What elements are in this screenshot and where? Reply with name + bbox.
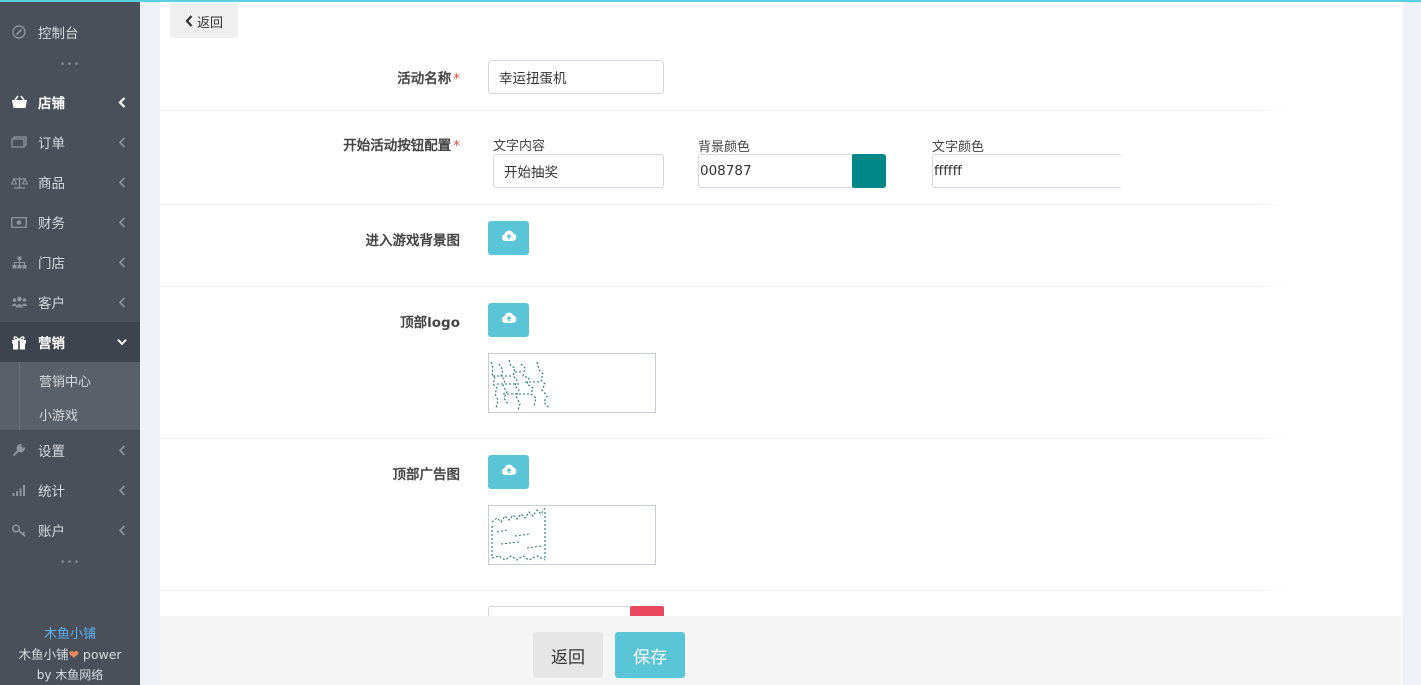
sidebar-divider-dots: •••: [59, 557, 81, 568]
button-config-label-text: 开始活动按钮配置: [343, 138, 452, 154]
sidebar-item-label: 财务: [38, 216, 65, 232]
sidebar-item-label: 设置: [38, 444, 65, 460]
chevron-left-icon: [117, 136, 127, 148]
save-button[interactable]: 保存: [615, 632, 685, 678]
sidebar-item-label: 订单: [38, 136, 65, 152]
bg-color-label: 背景颜色: [698, 140, 751, 155]
sidebar-item-label: 控制台: [38, 26, 79, 42]
row-divider: [160, 438, 1403, 439]
bg-color-swatch[interactable]: [852, 154, 886, 188]
scale-icon: [10, 173, 28, 191]
submenu-item-mini-games[interactable]: 小游戏: [39, 405, 78, 424]
activity-name-label-text: 活动名称: [397, 71, 452, 87]
sidebar-item-statistics[interactable]: 统计: [0, 470, 140, 510]
text-color-input[interactable]: ffffff: [932, 154, 1122, 188]
row-divider: [160, 204, 1403, 205]
top-logo-label: 顶部logo: [400, 315, 460, 331]
main-form-panel: 返回 活动名称 * 幸运扭蛋机 开始活动按钮配置 * 文字内容 开始抽奖 背景颜色 …: [160, 2, 1403, 616]
button-config-label: 开始活动按钮配置 *: [160, 134, 460, 154]
required-mark: *: [453, 138, 460, 154]
chevron-left-icon: [117, 256, 127, 268]
footer-back-button[interactable]: 返回: [533, 632, 603, 678]
key-icon: [10, 521, 28, 539]
top-logo-preview-image: [488, 353, 656, 413]
game-bg-label: 进入游戏背景图: [365, 233, 461, 249]
chevron-left-icon: [185, 15, 193, 27]
top-accent-line: [0, 0, 1421, 2]
sidebar-item-label: 店铺: [38, 96, 65, 112]
sidebar: 控制台 ••• 店铺 订单 商品 财务 门店 客户 营销 营销中心 小游戏 设置…: [0, 0, 140, 685]
back-button-label: 返回: [196, 15, 223, 31]
sidebar-item-label: 客户: [38, 296, 65, 312]
brand-by-line: by 木鱼网络: [36, 668, 104, 682]
fade-overlay: [1250, 2, 1403, 616]
sidebar-item-label: 商品: [38, 176, 65, 192]
row-divider: [160, 286, 1403, 287]
brand-footer: 木鱼小铺 木鱼小铺❤ power by 木鱼网络: [0, 625, 140, 685]
brand-power-text: power: [82, 647, 122, 662]
cloud-upload-icon: [501, 312, 517, 328]
signal-bars-icon: [10, 481, 28, 499]
game-bg-upload-button[interactable]: [488, 221, 529, 255]
brand-power-name: 木鱼小铺: [18, 647, 69, 662]
sidebar-item-customers[interactable]: 客户: [0, 282, 140, 322]
money-icon: [10, 213, 28, 231]
sidebar-item-settings[interactable]: 设置: [0, 430, 140, 470]
chevron-down-icon: [117, 337, 127, 347]
sidebar-item-finance[interactable]: 财务: [0, 202, 140, 242]
top-ad-preview-image: [488, 505, 656, 565]
users-icon: [10, 293, 28, 311]
order-icon: [10, 133, 28, 151]
sidebar-item-label: 营销: [38, 336, 65, 352]
submenu-item-marketing-center[interactable]: 营销中心: [39, 371, 91, 390]
chevron-left-icon: [117, 524, 127, 536]
top-ad-upload-button[interactable]: [488, 455, 529, 489]
brand-power-line: 木鱼小铺❤ power: [0, 645, 140, 665]
sidebar-item-label: 门店: [38, 256, 65, 272]
wrench-icon: [10, 441, 28, 459]
row-divider: [160, 590, 1403, 591]
sidebar-item-dashboard[interactable]: 控制台: [0, 12, 140, 52]
sidebar-item-orders[interactable]: 订单: [0, 122, 140, 162]
text-content-input[interactable]: 开始抽奖: [493, 154, 664, 188]
cloud-upload-icon: [501, 230, 517, 246]
chevron-left-icon: [117, 444, 127, 456]
sidebar-divider-dots: •••: [59, 59, 81, 70]
scrollbar-track[interactable]: [1403, 2, 1421, 685]
row-divider: [160, 110, 1403, 111]
back-button[interactable]: 返回: [170, 4, 238, 38]
sidebar-item-label: 账户: [38, 524, 65, 540]
required-mark: *: [453, 71, 460, 87]
chevron-left-icon: [117, 176, 127, 188]
sitemap-icon: [10, 253, 28, 271]
top-ad-label: 顶部广告图: [392, 467, 461, 483]
text-color-label: 文字颜色: [932, 140, 985, 155]
sidebar-item-account[interactable]: 账户: [0, 510, 140, 550]
marketing-submenu: 营销中心 小游戏: [0, 362, 140, 430]
activity-name-label: 活动名称 *: [160, 67, 460, 87]
sidebar-item-marketing[interactable]: 营销: [0, 322, 140, 362]
chevron-left-icon: [117, 96, 127, 108]
gift-icon: [10, 333, 28, 351]
dashboard-icon: [10, 23, 28, 41]
sidebar-item-products[interactable]: 商品: [0, 162, 140, 202]
cloud-upload-icon: [501, 464, 517, 480]
top-logo-upload-button[interactable]: [488, 303, 529, 337]
shop-basket-icon: [10, 93, 28, 111]
activity-name-input[interactable]: 幸运扭蛋机: [488, 60, 664, 94]
chevron-left-icon: [117, 296, 127, 308]
chevron-left-icon: [117, 484, 127, 496]
action-bar: 返回 保存: [160, 616, 1403, 685]
sidebar-item-shop[interactable]: 店铺: [0, 82, 140, 122]
sidebar-item-stores[interactable]: 门店: [0, 242, 140, 282]
submenu-guide-line: [19, 362, 20, 430]
heart-icon: ❤: [68, 647, 79, 662]
brand-name[interactable]: 木鱼小铺: [0, 625, 140, 645]
sidebar-item-label: 统计: [38, 484, 65, 500]
chevron-left-icon: [117, 216, 127, 228]
partial-color-swatch[interactable]: [630, 606, 664, 616]
text-content-label: 文字内容: [493, 139, 546, 154]
